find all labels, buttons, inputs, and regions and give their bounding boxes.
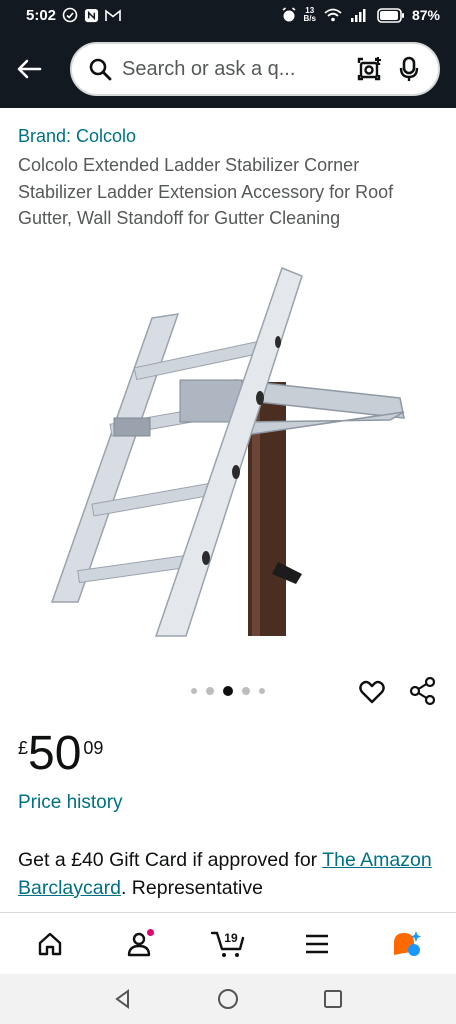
circle-home-icon: [217, 989, 238, 1009]
notification-dot: [146, 927, 156, 937]
microphone-icon: [399, 56, 419, 81]
system-navigation-bar: [0, 974, 456, 1024]
camera-search-button[interactable]: [354, 54, 384, 84]
nfc-icon: [84, 8, 99, 23]
status-time: 5:02: [26, 6, 57, 24]
carousel-dot[interactable]: [242, 687, 250, 695]
battery-icon: [377, 7, 405, 23]
nav-home[interactable]: [28, 922, 72, 966]
back-button[interactable]: [14, 54, 44, 84]
app-header: Search or ask a q...: [0, 30, 456, 108]
wifi-icon: [323, 7, 343, 23]
price-currency: £: [18, 738, 29, 758]
credit-card-offer: Get a £40 Gift Card if approved for The …: [18, 846, 438, 914]
status-bar: 5:02 13 B/s 87%: [0, 0, 456, 30]
cart-count: 19: [224, 930, 238, 945]
gmail-icon: [105, 8, 121, 22]
rufus-icon: [393, 930, 421, 956]
menu-icon: [305, 934, 328, 953]
product-price: £ 50 09: [18, 728, 103, 780]
bottom-navigation: 19: [0, 912, 456, 974]
voice-search-button[interactable]: [394, 54, 424, 84]
system-recents-button[interactable]: [315, 981, 351, 1017]
search-icon: [89, 58, 112, 81]
battery-level: 87%: [411, 7, 440, 23]
system-back-button[interactable]: [105, 981, 141, 1017]
system-home-button[interactable]: [210, 981, 246, 1017]
share-icon: [409, 676, 436, 706]
search-input[interactable]: Search or ask a q...: [122, 58, 344, 81]
product-title: Colcolo Extended Ladder Stabilizer Corne…: [18, 155, 394, 228]
carousel-dot[interactable]: [206, 687, 214, 695]
nav-account[interactable]: [117, 922, 161, 966]
nav-rufus[interactable]: [384, 922, 428, 966]
square-recents-icon: [324, 990, 343, 1008]
price-whole: 50: [28, 727, 82, 780]
search-bar[interactable]: Search or ask a q...: [70, 42, 440, 96]
price-fraction: 09: [83, 738, 104, 758]
brand-link[interactable]: Brand: Colcolo: [18, 126, 136, 147]
offer-text-after: . Representative: [120, 877, 263, 899]
product-image[interactable]: [40, 262, 420, 642]
nav-cart[interactable]: 19: [206, 922, 250, 966]
nav-menu[interactable]: [295, 922, 339, 966]
camera-lens-icon: [357, 57, 381, 81]
carousel-dot[interactable]: [191, 688, 197, 694]
carousel-dot[interactable]: [259, 688, 265, 694]
offer-text: Get a £40 Gift Card if approved for: [18, 849, 323, 871]
home-icon: [39, 932, 62, 955]
carousel-dot-active[interactable]: [223, 686, 233, 696]
wishlist-button[interactable]: [358, 678, 386, 706]
image-carousel-indicator: [0, 686, 456, 696]
price-history-link[interactable]: Price history: [18, 792, 123, 814]
data-saver-icon: [62, 7, 78, 23]
share-button[interactable]: [408, 676, 438, 706]
heart-icon: [359, 680, 385, 704]
back-arrow-icon: [17, 59, 42, 79]
alarm-icon: [281, 7, 297, 23]
triangle-back-icon: [114, 989, 129, 1009]
signal-icon: [350, 8, 370, 22]
network-speed: 13 B/s: [303, 6, 316, 23]
